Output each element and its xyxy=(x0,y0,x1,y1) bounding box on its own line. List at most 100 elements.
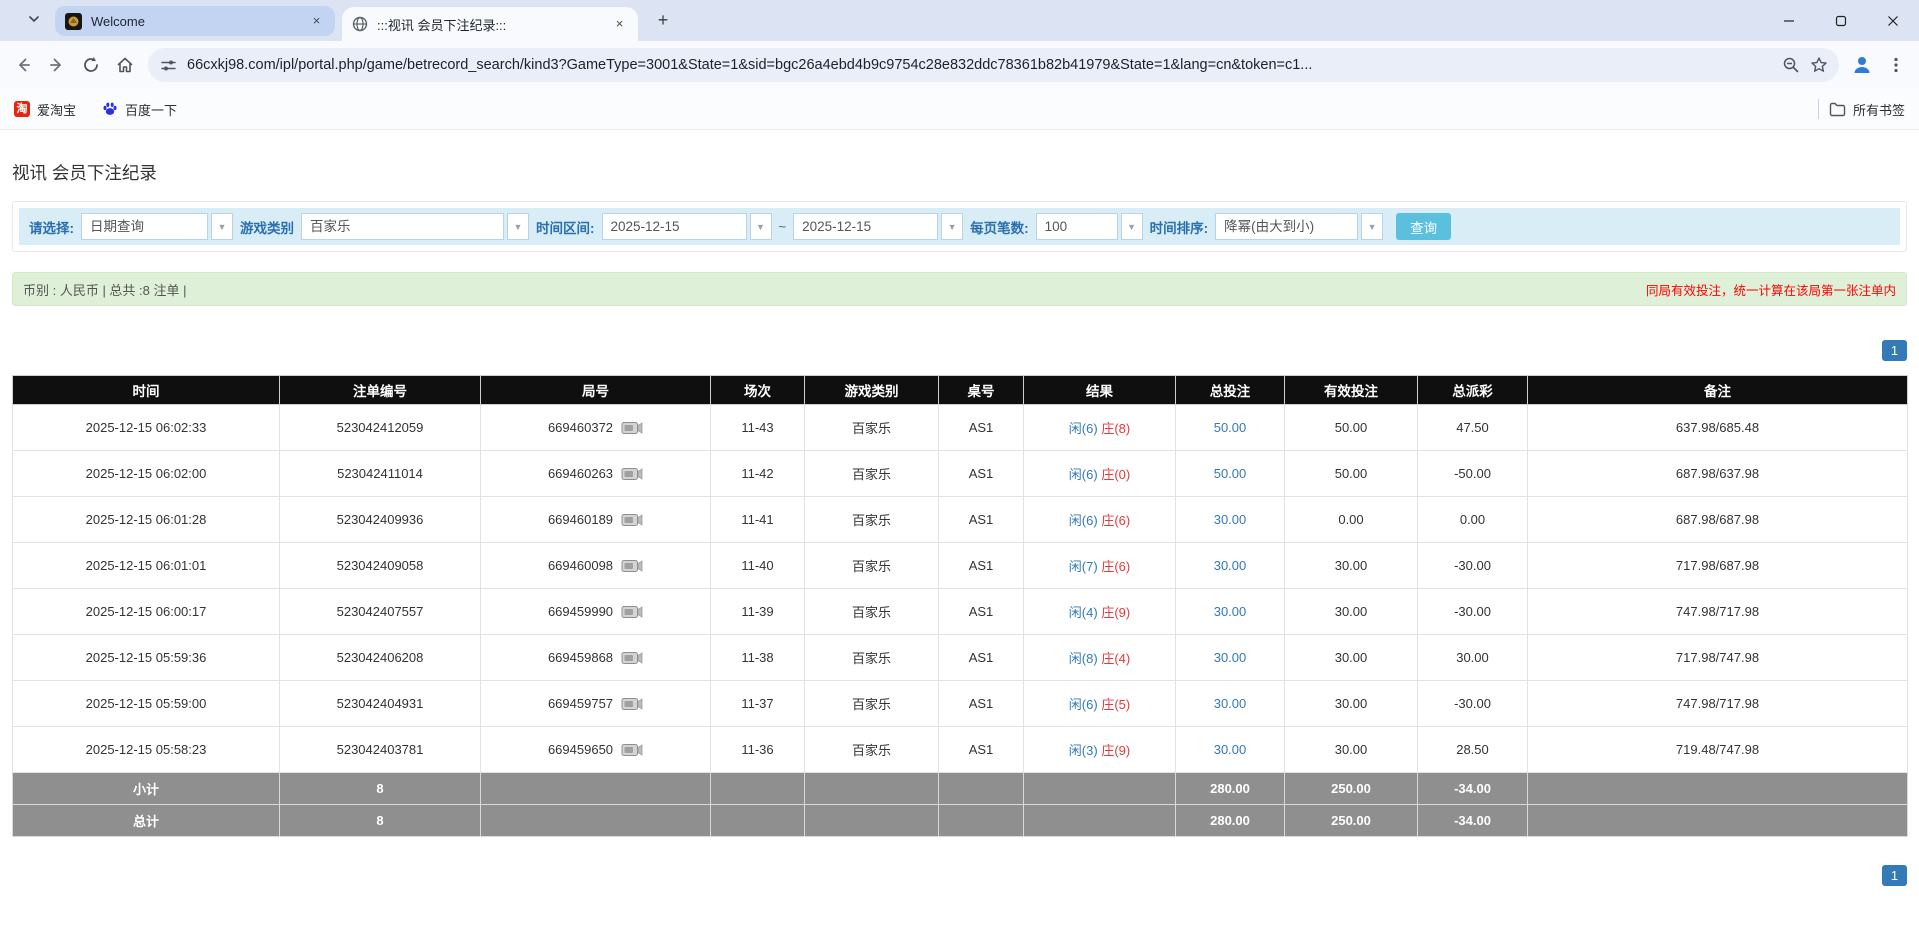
reload-icon[interactable] xyxy=(74,48,108,82)
cell-valid-bet: 0.00 xyxy=(1285,497,1418,543)
cell-session: 11-43 xyxy=(711,405,805,451)
tab-betrecord[interactable]: :::视讯 会员下注纪录::: × xyxy=(342,7,638,41)
chevron-down-icon[interactable]: ▼ xyxy=(507,213,529,240)
total-bet-link[interactable]: 30.00 xyxy=(1214,696,1247,711)
back-icon[interactable] xyxy=(6,48,40,82)
total-bet-link[interactable]: 30.00 xyxy=(1214,512,1247,527)
round-number: 669459650 xyxy=(548,742,613,757)
round-video-button[interactable] xyxy=(621,604,643,620)
round-video-button[interactable] xyxy=(621,696,643,712)
page-1-button[interactable]: 1 xyxy=(1882,340,1907,361)
baidu-paw-icon xyxy=(102,101,118,117)
cell-result: 闲(6) 庄(6) xyxy=(1024,497,1176,543)
close-window-button[interactable] xyxy=(1867,0,1919,41)
new-tab-button[interactable]: + xyxy=(652,10,674,32)
round-video-button[interactable] xyxy=(621,420,643,436)
close-icon[interactable]: × xyxy=(308,13,325,30)
zoom-out-icon[interactable] xyxy=(1777,48,1805,82)
forward-icon[interactable] xyxy=(40,48,74,82)
result-player: 闲(6) xyxy=(1069,513,1098,528)
cell-table-no: AS1 xyxy=(939,681,1024,727)
cell-bet-id: 523042404931 xyxy=(280,681,481,727)
minimize-button[interactable] xyxy=(1763,0,1815,41)
tab-label: Welcome xyxy=(91,14,308,29)
result-banker: 庄(6) xyxy=(1101,513,1130,528)
result-player: 闲(4) xyxy=(1069,605,1098,620)
profile-avatar[interactable] xyxy=(1845,48,1879,82)
chevron-down-icon[interactable]: ▼ xyxy=(1361,213,1383,240)
bookmark-baidu[interactable]: 百度一下 xyxy=(102,100,177,119)
cell-table-no: AS1 xyxy=(939,589,1024,635)
round-video-button[interactable] xyxy=(621,742,643,758)
round-video-button[interactable] xyxy=(621,558,643,574)
cell-bet-id: 523042411014 xyxy=(280,451,481,497)
round-number: 669460263 xyxy=(548,466,613,481)
result-banker: 庄(9) xyxy=(1101,605,1130,620)
date-from-select[interactable]: 2025-12-15 ▼ xyxy=(602,213,772,240)
round-video-button[interactable] xyxy=(621,466,643,482)
cell-bet-id: 523042409058 xyxy=(280,543,481,589)
date-to-select[interactable]: 2025-12-15 ▼ xyxy=(793,213,963,240)
address-bar[interactable]: 66cxkj98.com/ipl/portal.php/game/betreco… xyxy=(148,48,1839,82)
url-text[interactable]: 66cxkj98.com/ipl/portal.php/game/betreco… xyxy=(187,57,1777,73)
foot-empty xyxy=(805,805,939,837)
game-type-select[interactable]: 百家乐 ▼ xyxy=(301,213,529,240)
search-button[interactable]: 查询 xyxy=(1396,213,1451,240)
bookmark-star-icon[interactable] xyxy=(1805,48,1833,82)
cell-time: 2025-12-15 06:02:00 xyxy=(13,451,280,497)
result-banker: 庄(8) xyxy=(1101,421,1130,436)
cell-payout: 30.00 xyxy=(1418,635,1528,681)
chevron-down-icon[interactable]: ▼ xyxy=(941,213,963,240)
total-bet-link[interactable]: 30.00 xyxy=(1214,604,1247,619)
filter-bar: 请选择: 日期查询 ▼ 游戏类别 百家乐 ▼ 时间区间: 2025-12-15 … xyxy=(19,208,1900,245)
round-video-button[interactable] xyxy=(621,650,643,666)
round-number: 669460372 xyxy=(548,420,613,435)
maximize-button[interactable] xyxy=(1815,0,1867,41)
bookmarks-bar: 淘 爱淘宝 百度一下 所有书签 xyxy=(0,89,1919,130)
table-row: 2025-12-15 05:59:36523042406208669459868… xyxy=(13,635,1908,681)
home-icon[interactable] xyxy=(108,48,142,82)
per-page-select[interactable]: 100 ▼ xyxy=(1036,213,1143,240)
foot-count: 8 xyxy=(280,805,481,837)
total-bet-link[interactable]: 30.00 xyxy=(1214,742,1247,757)
globe-icon xyxy=(352,16,368,32)
total-bet-link[interactable]: 50.00 xyxy=(1214,466,1247,481)
column-header: 总投注 xyxy=(1176,376,1285,405)
video-icon xyxy=(621,420,643,436)
tab-welcome[interactable]: Welcome × xyxy=(55,6,335,36)
cell-result: 闲(6) 庄(5) xyxy=(1024,681,1176,727)
time-sort-select[interactable]: 降幂(由大到小) ▼ xyxy=(1215,213,1383,240)
cell-payout: -30.00 xyxy=(1418,543,1528,589)
tab-label: :::视讯 会员下注纪录::: xyxy=(377,15,611,34)
foot-empty xyxy=(1528,773,1908,805)
all-bookmarks-button[interactable]: 所有书签 xyxy=(1829,100,1905,119)
foot-empty xyxy=(481,773,711,805)
cell-bet-id: 523042412059 xyxy=(280,405,481,451)
site-info-icon[interactable] xyxy=(160,57,177,74)
chevron-down-icon[interactable] xyxy=(26,13,42,29)
total-bet-link[interactable]: 30.00 xyxy=(1214,650,1247,665)
round-number: 669460098 xyxy=(548,558,613,573)
cell-valid-bet: 50.00 xyxy=(1285,451,1418,497)
chevron-down-icon[interactable]: ▼ xyxy=(750,213,772,240)
cell-round: 669460372 xyxy=(481,405,711,451)
chevron-down-icon[interactable]: ▼ xyxy=(1121,213,1143,240)
foot-empty xyxy=(805,773,939,805)
menu-kebab-icon[interactable] xyxy=(1879,48,1913,82)
total-bet-link[interactable]: 50.00 xyxy=(1214,420,1247,435)
time-range-label: 时间区间: xyxy=(536,217,595,237)
cell-total-bet: 30.00 xyxy=(1176,543,1285,589)
query-type-select[interactable]: 日期查询 ▼ xyxy=(81,213,233,240)
browser-toolbar: 66cxkj98.com/ipl/portal.php/game/betreco… xyxy=(0,41,1919,89)
game-type-label: 游戏类别 xyxy=(240,217,294,237)
page-1-button[interactable]: 1 xyxy=(1882,865,1907,886)
bookmark-taobao[interactable]: 淘 爱淘宝 xyxy=(14,100,76,119)
chevron-down-icon[interactable]: ▼ xyxy=(211,213,233,240)
total-bet-link[interactable]: 30.00 xyxy=(1214,558,1247,573)
round-video-button[interactable] xyxy=(621,512,643,528)
cell-payout: -30.00 xyxy=(1418,589,1528,635)
result-player: 闲(6) xyxy=(1069,697,1098,712)
close-icon[interactable]: × xyxy=(611,16,628,33)
column-header: 场次 xyxy=(711,376,805,405)
table-row: 2025-12-15 05:59:00523042404931669459757… xyxy=(13,681,1908,727)
